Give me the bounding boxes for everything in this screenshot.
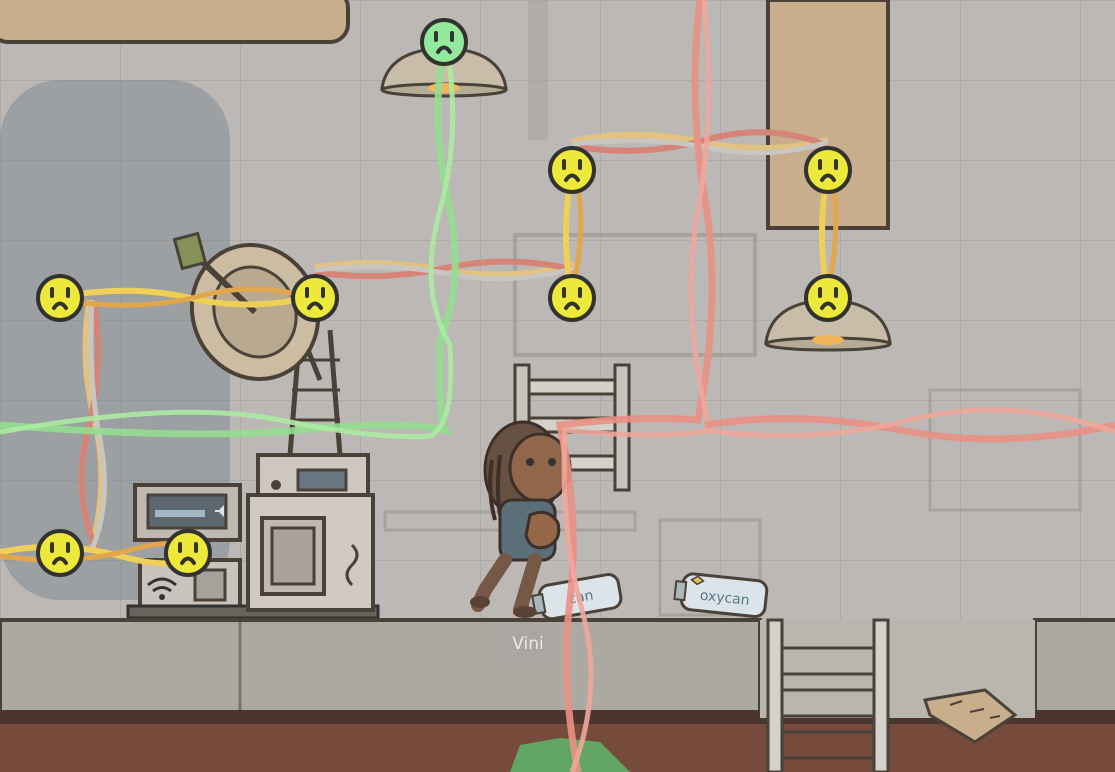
game-scene: can oxycan Vini: [0, 0, 1115, 772]
gas-haze: [0, 0, 1115, 772]
scene-canvas: can oxycan: [0, 0, 1115, 772]
duplicant-name-tag[interactable]: Vini: [503, 629, 553, 659]
